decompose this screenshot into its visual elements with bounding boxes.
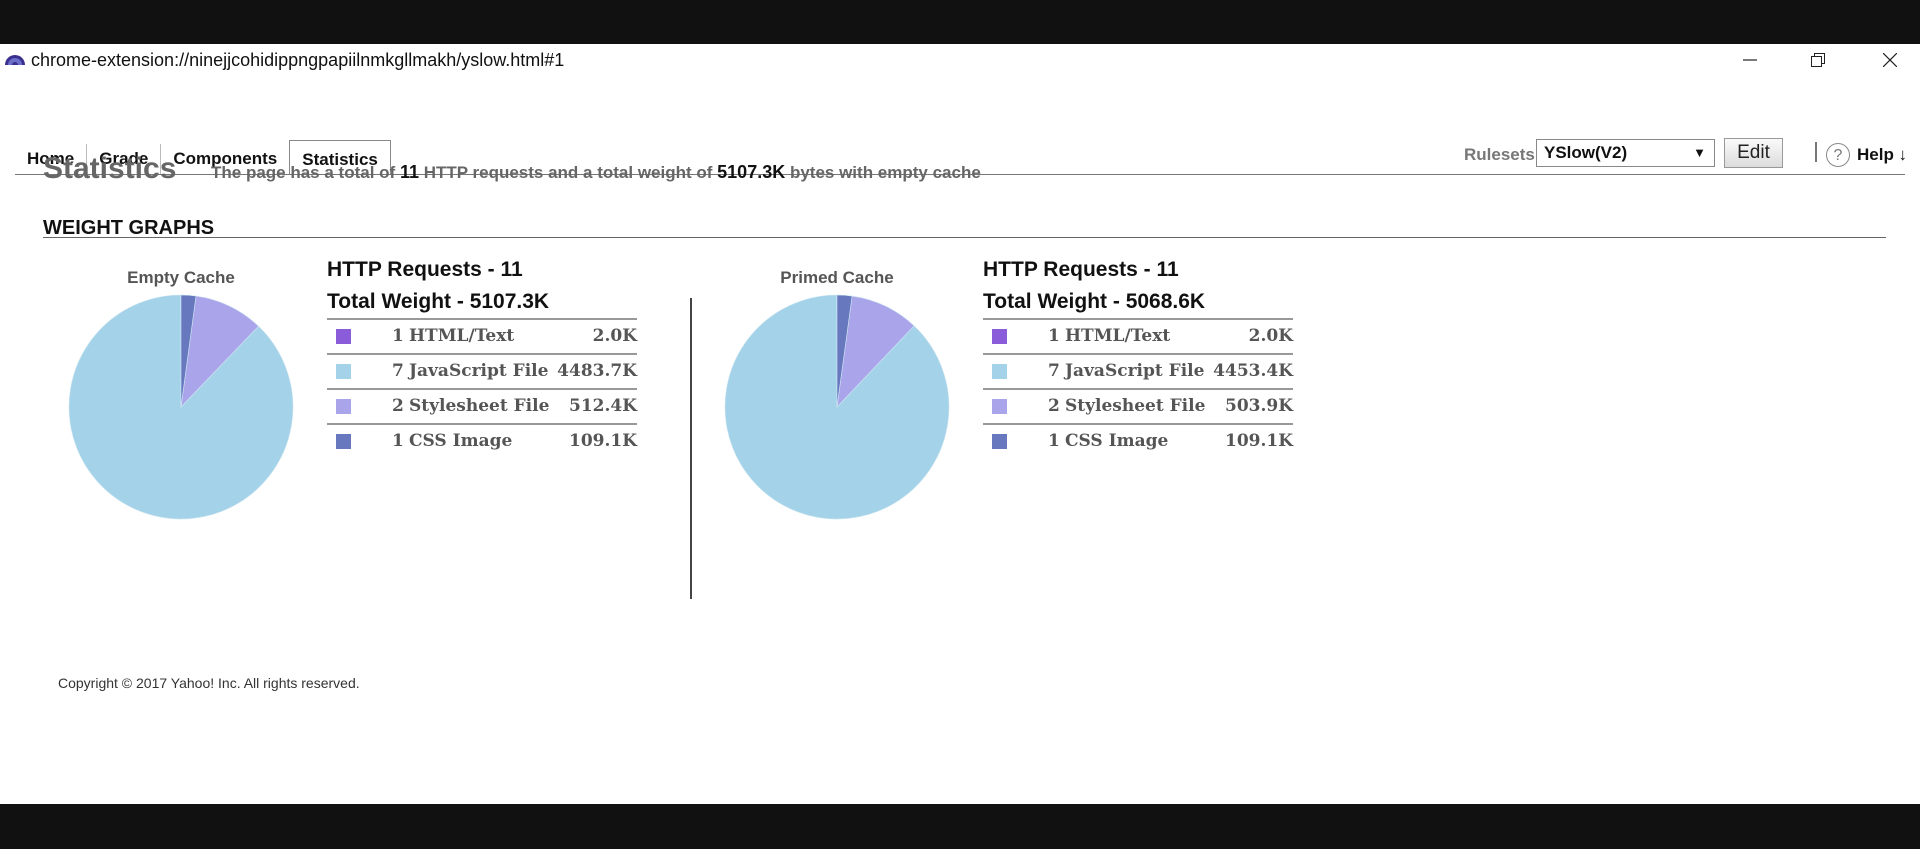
row-label: HTML/Text: [1065, 326, 1171, 346]
restore-button[interactable]: [1790, 44, 1846, 76]
help-menu[interactable]: Help ↓: [1857, 145, 1907, 165]
row-count: 7: [1048, 361, 1060, 381]
stats-row: 1 HTML/Text 2.0K: [327, 318, 637, 353]
pie-chart-primed-cache: [724, 294, 950, 520]
close-icon: [1883, 53, 1897, 67]
section-divider: [43, 237, 1886, 238]
stats-rows: 1 HTML/Text 2.0K 7 JavaScript File 4453.4K 2 St…: [983, 318, 1293, 458]
dropdown-arrow-icon: ▼: [1693, 145, 1706, 160]
stats-row: 1 CSS Image 109.1K: [327, 423, 637, 458]
summary-middle: HTTP requests and a total weight of: [423, 163, 713, 182]
stats-row: 2 Stylesheet File 503.9K: [983, 388, 1293, 423]
row-label: JavaScript File: [409, 361, 549, 381]
minimize-button[interactable]: [1722, 44, 1778, 76]
row-value: 512.4K: [568, 396, 637, 416]
row-count: 1: [392, 326, 404, 346]
minimize-icon: [1743, 59, 1757, 61]
stats-rows: 1 HTML/Text 2.0K 7 JavaScript File 4483.7K 2 St…: [327, 318, 637, 458]
legend-swatch: [992, 434, 1007, 449]
row-count: 2: [1048, 396, 1060, 416]
row-count: 7: [392, 361, 404, 381]
row-count: 1: [1048, 431, 1060, 451]
requests-heading: HTTP Requests - 11: [327, 258, 523, 281]
legend-swatch: [336, 364, 351, 379]
weight-heading: Total Weight - 5107.3K: [327, 290, 550, 313]
row-label: CSS Image: [1065, 431, 1169, 451]
ruleset-select[interactable]: YSlow(V2) ▼: [1536, 139, 1715, 167]
window-url: chrome-extension://ninejjcohidippngpapii…: [31, 50, 565, 70]
legend-swatch: [336, 399, 351, 414]
close-button[interactable]: [1862, 44, 1918, 76]
vertical-divider: [690, 298, 692, 599]
ruleset-selected-value: YSlow(V2): [1544, 143, 1628, 162]
app-window: chrome-extension://ninejjcohidippngpapii…: [0, 44, 1920, 804]
stats-row: 7 JavaScript File 4483.7K: [327, 353, 637, 388]
row-label: CSS Image: [409, 431, 513, 451]
rulesets-label: Rulesets: [1464, 145, 1535, 164]
stats-row: 1 HTML/Text 2.0K: [983, 318, 1293, 353]
title-bar: chrome-extension://ninejjcohidippngpapii…: [0, 44, 1920, 76]
weight-heading: Total Weight - 5068.6K: [983, 290, 1206, 313]
stats-table-primed-cache: HTTP Requests - 11 Total Weight - 5068.6…: [983, 254, 1293, 458]
legend-swatch: [992, 399, 1007, 414]
yslow-logo-icon: [5, 55, 25, 65]
copyright-footer: Copyright © 2017 Yahoo! Inc. All rights …: [58, 675, 360, 691]
row-count: 1: [392, 431, 404, 451]
separator: [1815, 142, 1817, 162]
row-value: 4483.7K: [557, 361, 637, 381]
row-label: Stylesheet File: [409, 396, 550, 416]
stats-row: 1 CSS Image 109.1K: [983, 423, 1293, 458]
legend-swatch: [992, 364, 1007, 379]
restore-icon: [1811, 53, 1825, 67]
row-value: 109.1K: [1224, 431, 1293, 451]
summary-requests: 11: [399, 162, 419, 182]
summary-suffix: bytes with empty cache: [789, 163, 981, 182]
row-count: 2: [392, 396, 404, 416]
row-label: Stylesheet File: [1065, 396, 1206, 416]
row-value: 2.0K: [1248, 326, 1293, 346]
summary-prefix: The page has a total of: [211, 163, 396, 182]
legend-swatch: [336, 434, 351, 449]
stats-row: 7 JavaScript File 4453.4K: [983, 353, 1293, 388]
legend-swatch: [336, 329, 351, 344]
stats-table-empty-cache: HTTP Requests - 11 Total Weight - 5107.3…: [327, 254, 637, 458]
row-count: 1: [1048, 326, 1060, 346]
requests-heading: HTTP Requests - 11: [983, 258, 1179, 281]
page-title: Statistics: [43, 152, 177, 185]
help-icon[interactable]: ?: [1826, 143, 1850, 167]
row-value: 503.9K: [1224, 396, 1293, 416]
pie-chart-empty-cache: [68, 294, 294, 520]
edit-button[interactable]: Edit: [1724, 138, 1783, 168]
pie-title-empty-cache: Empty Cache: [127, 268, 235, 287]
legend-swatch: [992, 329, 1007, 344]
row-label: JavaScript File: [1065, 361, 1205, 381]
summary-weight: 5107.3K: [717, 162, 786, 182]
pie-title-primed-cache: Primed Cache: [780, 268, 894, 287]
row-label: HTML/Text: [409, 326, 515, 346]
row-value: 2.0K: [592, 326, 637, 346]
page-summary: The page has a total of 11 HTTP requests…: [211, 162, 981, 183]
row-value: 4453.4K: [1213, 361, 1293, 381]
row-value: 109.1K: [568, 431, 637, 451]
stats-row: 2 Stylesheet File 512.4K: [327, 388, 637, 423]
